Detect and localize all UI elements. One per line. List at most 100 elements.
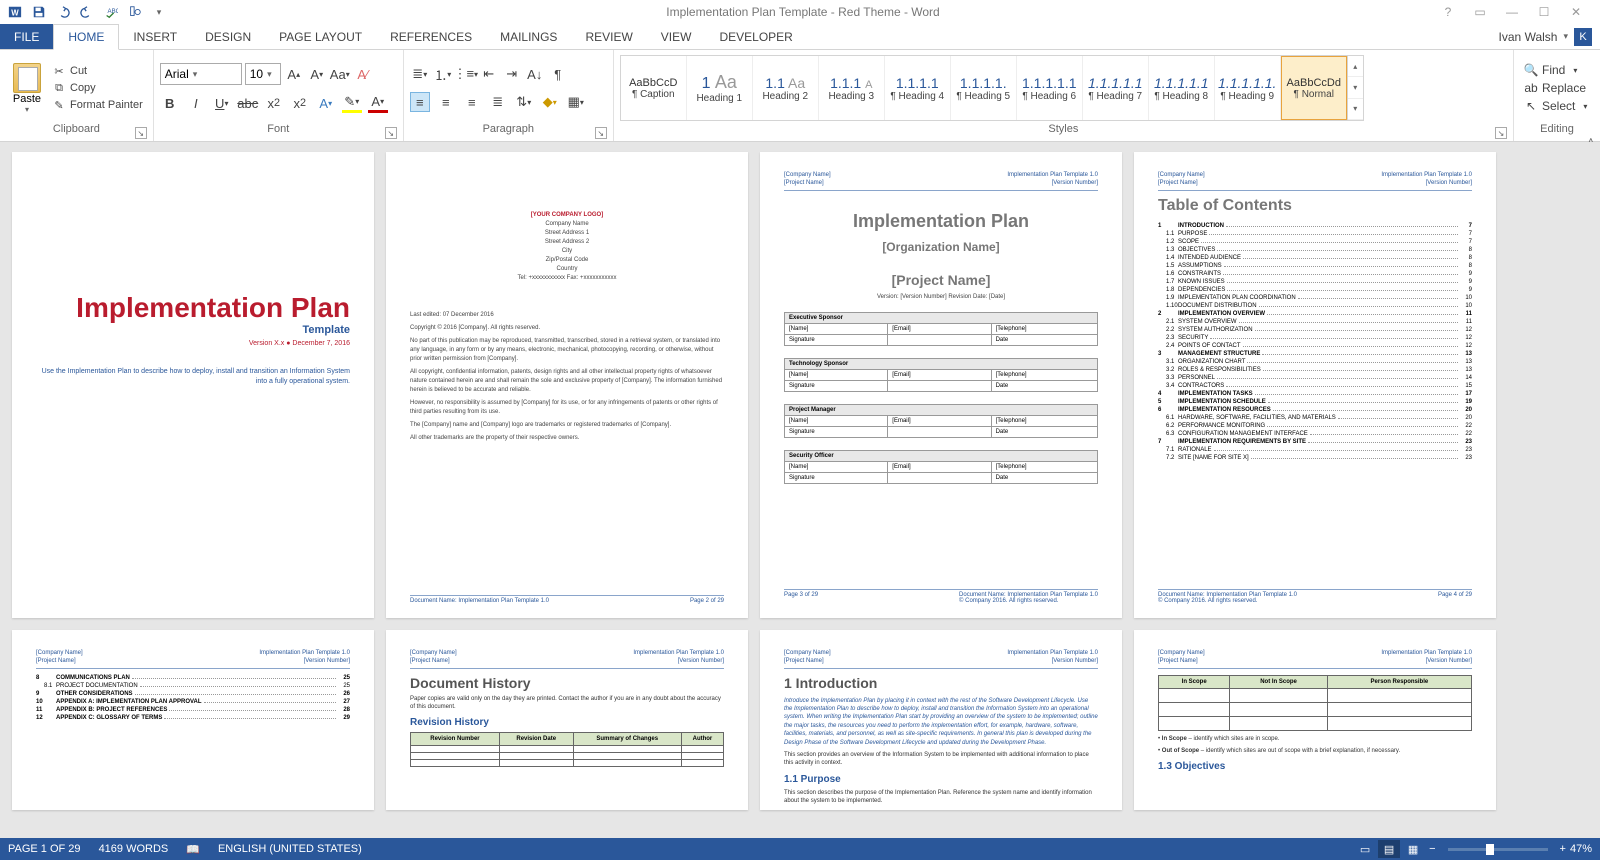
paragraph-launcher[interactable]: ↘ (595, 127, 607, 139)
spelling-button[interactable]: ABC (100, 1, 122, 23)
help-button[interactable]: ? (1436, 5, 1460, 19)
tab-developer[interactable]: DEVELOPER (705, 24, 806, 49)
numbering-button[interactable]: ⒈▾ (433, 64, 453, 84)
doc-page-2[interactable]: [YOUR COMPANY LOGO] Company NameStreet A… (386, 152, 748, 618)
clipboard-launcher[interactable]: ↘ (135, 127, 147, 139)
doc-page-4[interactable]: [Company Name][Project Name]Implementati… (1134, 152, 1496, 618)
font-size-combo[interactable]: 10▾ (245, 63, 281, 85)
highlight-button[interactable]: ✎▾ (342, 93, 362, 113)
bold-button[interactable]: B (160, 93, 180, 113)
underline-button[interactable]: U▾ (212, 93, 232, 113)
doc-page-5[interactable]: [Company Name][Project Name]Implementati… (12, 630, 374, 810)
status-words[interactable]: 4169 WORDS (99, 843, 169, 855)
touch-mode-button[interactable] (124, 1, 146, 23)
select-button[interactable]: ↖Select▾ (1520, 98, 1591, 114)
undo-button[interactable] (52, 1, 74, 23)
status-proof-icon[interactable]: 📖 (186, 843, 200, 856)
styles-gallery[interactable]: AaBbCcD¶ Caption1 AaHeading 11.1 AaHeadi… (620, 55, 1364, 121)
tab-home[interactable]: HOME (53, 24, 119, 50)
doc-page-8[interactable]: [Company Name][Project Name]Implementati… (1134, 630, 1496, 810)
zoom-thumb[interactable] (1486, 844, 1494, 855)
zoom-out-button[interactable]: − (1429, 843, 1435, 855)
maximize-button[interactable]: ☐ (1532, 5, 1556, 19)
gallery-up[interactable]: ▴ (1348, 56, 1363, 77)
style-item[interactable]: 1.1.1.1.1¶ Heading 8 (1149, 56, 1215, 120)
style-item[interactable]: 1.1.1.1.¶ Heading 5 (951, 56, 1017, 120)
style-item[interactable]: AaBbCcDd¶ Normal (1281, 56, 1347, 120)
cut-button[interactable]: ✂Cut (48, 63, 147, 79)
font-color-button[interactable]: A▾ (368, 93, 388, 113)
subscript-button[interactable]: x2 (264, 93, 284, 113)
tab-mailings[interactable]: MAILINGS (486, 24, 571, 49)
style-item[interactable]: AaBbCcD¶ Caption (621, 56, 687, 120)
document-area[interactable]: Implementation Plan Template Version X.x… (0, 142, 1600, 838)
style-item[interactable]: 1.1.1.1.1¶ Heading 6 (1017, 56, 1083, 120)
tab-insert[interactable]: INSERT (119, 24, 191, 49)
strikethrough-button[interactable]: abc (238, 93, 258, 113)
read-mode-button[interactable]: ▭ (1354, 840, 1376, 858)
tab-design[interactable]: DESIGN (191, 24, 265, 49)
gallery-more[interactable]: ▾ (1348, 99, 1363, 120)
zoom-slider[interactable] (1448, 848, 1548, 851)
zoom-level[interactable]: 47% (1570, 843, 1592, 855)
increase-indent-button[interactable]: ⇥ (502, 64, 522, 84)
user-account[interactable]: Ivan Walsh ▾ K (1499, 24, 1600, 49)
font-name-combo[interactable]: Arial▾ (160, 63, 242, 85)
sort-button[interactable]: A↓ (525, 64, 545, 84)
align-center-button[interactable]: ≡ (436, 92, 456, 112)
line-spacing-button[interactable]: ⇅▾ (514, 92, 534, 112)
style-item[interactable]: 1.1 AaHeading 2 (753, 56, 819, 120)
word-icon[interactable]: W (4, 1, 26, 23)
status-page[interactable]: PAGE 1 OF 29 (8, 843, 81, 855)
doc-page-6[interactable]: [Company Name][Project Name]Implementati… (386, 630, 748, 810)
tab-references[interactable]: REFERENCES (376, 24, 486, 49)
style-item[interactable]: 1.1.1.1.1¶ Heading 7 (1083, 56, 1149, 120)
styles-launcher[interactable]: ↘ (1495, 127, 1507, 139)
borders-button[interactable]: ▦▾ (566, 92, 586, 112)
tab-file[interactable]: FILE (0, 24, 53, 49)
replace-button[interactable]: abReplace (1520, 80, 1591, 96)
find-button[interactable]: 🔍Find▾ (1520, 62, 1591, 78)
justify-button[interactable]: ≣ (488, 92, 508, 112)
doc-page-1[interactable]: Implementation Plan Template Version X.x… (12, 152, 374, 618)
shrink-font-button[interactable]: A▾ (307, 64, 327, 84)
show-marks-button[interactable]: ¶ (548, 64, 568, 84)
redo-button[interactable] (76, 1, 98, 23)
text-effects-button[interactable]: A▾ (316, 93, 336, 113)
paste-button[interactable]: Paste ▾ (6, 63, 48, 114)
bullets-button[interactable]: ≣▾ (410, 64, 430, 84)
shading-button[interactable]: ◆▾ (540, 92, 560, 112)
tab-view[interactable]: VIEW (647, 24, 706, 49)
tab-review[interactable]: REVIEW (571, 24, 646, 49)
minimize-button[interactable]: — (1500, 5, 1524, 19)
status-language[interactable]: ENGLISH (UNITED STATES) (218, 843, 362, 855)
save-button[interactable] (28, 1, 50, 23)
align-left-button[interactable]: ≡ (410, 92, 430, 112)
font-launcher[interactable]: ↘ (385, 127, 397, 139)
grow-font-button[interactable]: A▴ (284, 64, 304, 84)
close-button[interactable]: ✕ (1564, 5, 1588, 19)
format-painter-button[interactable]: ✎Format Painter (48, 97, 147, 113)
zoom-in-button[interactable]: + (1560, 843, 1566, 855)
italic-button[interactable]: I (186, 93, 206, 113)
superscript-button[interactable]: x2 (290, 93, 310, 113)
style-item[interactable]: 1 AaHeading 1 (687, 56, 753, 120)
style-item[interactable]: 1.1.1 AHeading 3 (819, 56, 885, 120)
clear-formatting-button[interactable]: A∕ (353, 64, 373, 84)
decrease-indent-button[interactable]: ⇤ (479, 64, 499, 84)
print-layout-button[interactable]: ▤ (1378, 840, 1400, 858)
doc-page-7[interactable]: [Company Name][Project Name]Implementati… (760, 630, 1122, 810)
align-right-button[interactable]: ≡ (462, 92, 482, 112)
doc-page-3[interactable]: [Company Name][Project Name]Implementati… (760, 152, 1122, 618)
change-case-button[interactable]: Aa▾ (330, 64, 350, 84)
tab-page-layout[interactable]: PAGE LAYOUT (265, 24, 376, 49)
p1-version: Version X.x ● December 7, 2016 (36, 340, 350, 347)
web-layout-button[interactable]: ▦ (1402, 840, 1424, 858)
qat-customize[interactable]: ▾ (148, 1, 170, 23)
style-item[interactable]: 1.1.1.1.1.¶ Heading 9 (1215, 56, 1281, 120)
gallery-down[interactable]: ▾ (1348, 77, 1363, 98)
copy-button[interactable]: ⧉Copy (48, 80, 147, 96)
multilevel-button[interactable]: ⋮≡▾ (456, 64, 476, 84)
ribbon-display-button[interactable]: ▭ (1468, 5, 1492, 19)
style-item[interactable]: 1.1.1.1¶ Heading 4 (885, 56, 951, 120)
